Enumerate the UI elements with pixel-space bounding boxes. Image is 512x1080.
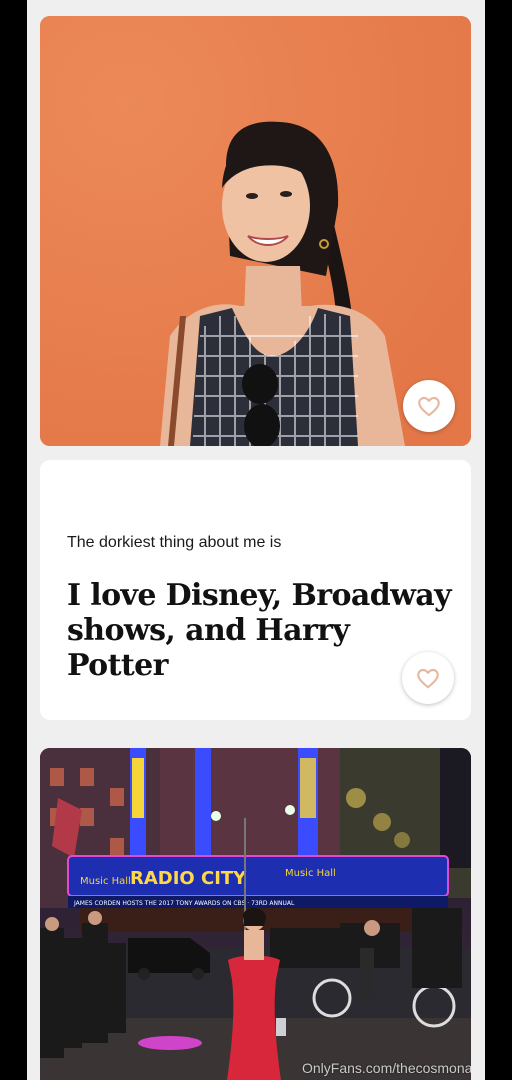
- profile-photo-2: Music Hall RADIO CITY Music Hall JAMES C…: [40, 748, 471, 1080]
- prompt-card: The dorkiest thing about me is I love Di…: [40, 460, 471, 720]
- radio-city-illustration: Music Hall RADIO CITY Music Hall JAMES C…: [40, 748, 471, 1080]
- sign-left: Music Hall: [80, 876, 131, 887]
- marquee-text: JAMES CORDEN HOSTS THE 2017 TONY AWARDS …: [73, 900, 295, 907]
- like-photo-button[interactable]: [403, 380, 455, 432]
- watermark: OnlyFans.com/thecosmonaut: [302, 1060, 471, 1076]
- prompt-question: The dorkiest thing about me is: [67, 534, 282, 551]
- profile-photo-1: [40, 16, 471, 446]
- portrait-illustration: [40, 16, 471, 446]
- heart-outline-icon: [418, 396, 440, 417]
- like-prompt-button[interactable]: [402, 652, 454, 704]
- sign-main: RADIO CITY: [130, 868, 247, 889]
- heart-outline-icon: [417, 668, 439, 689]
- sign-right: Music Hall: [285, 868, 336, 879]
- profile-feed[interactable]: The dorkiest thing about me is I love Di…: [27, 0, 485, 1080]
- prompt-answer: I love Disney, Broadway shows, and Harry…: [67, 578, 452, 683]
